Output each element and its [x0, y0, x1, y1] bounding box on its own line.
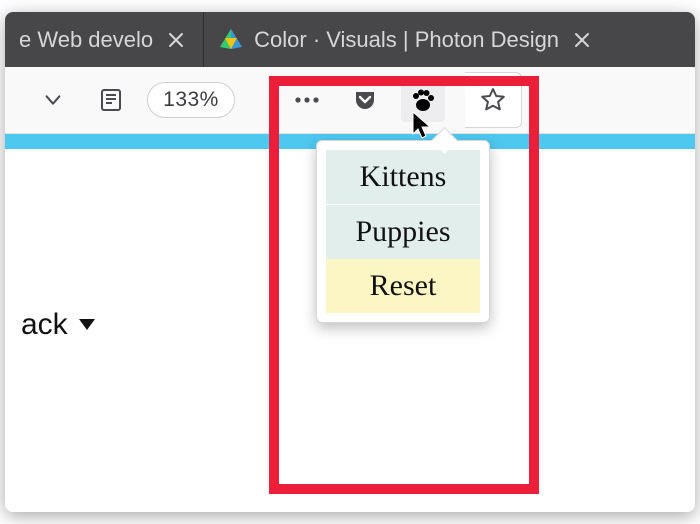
- popup-item-reset[interactable]: Reset: [326, 259, 480, 313]
- close-icon[interactable]: [163, 27, 189, 53]
- cursor-icon: [412, 111, 434, 141]
- tab-title: e Web develo: [19, 27, 153, 53]
- close-icon[interactable]: [569, 27, 595, 53]
- tab-photon-design[interactable]: Color · Visuals | Photon Design: [204, 12, 609, 67]
- zoom-level-pill[interactable]: 133%: [147, 82, 235, 118]
- popup-item-kittens[interactable]: Kittens: [326, 150, 480, 204]
- tab-web-develop[interactable]: e Web develo: [5, 12, 204, 67]
- popup-item-puppies[interactable]: Puppies: [326, 204, 480, 259]
- reader-mode-icon[interactable]: [89, 78, 133, 122]
- address-bar-right-buttons: [465, 72, 522, 128]
- chevron-down-icon[interactable]: [31, 78, 75, 122]
- photon-favicon: [218, 27, 244, 53]
- nav-back-label: ack: [21, 308, 68, 342]
- toolbar: 133%: [5, 67, 695, 134]
- extension-popup: Kittens Puppies Reset: [316, 140, 490, 323]
- caret-down-icon: [78, 318, 96, 332]
- pocket-icon[interactable]: [343, 78, 387, 122]
- tab-title: Color · Visuals | Photon Design: [254, 27, 559, 53]
- bookmark-star-icon[interactable]: [471, 78, 515, 122]
- page-actions-icon[interactable]: [285, 78, 329, 122]
- tab-strip: e Web develo Color · Visuals | Photon De…: [5, 12, 695, 67]
